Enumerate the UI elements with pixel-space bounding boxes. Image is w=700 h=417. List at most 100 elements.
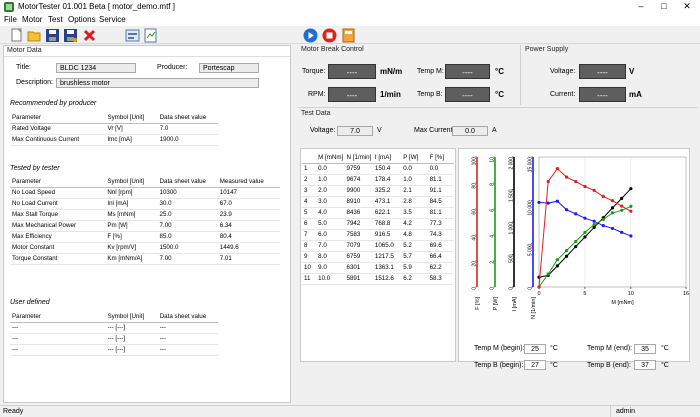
table-cell: 67.0 [217,198,280,210]
table-row[interactable]: 7 6.0 7583 916.5 4.8 74.3 [302,229,454,241]
menu-motor[interactable]: Motor [22,15,42,24]
motor-properties-icon[interactable] [125,28,140,43]
column-header[interactable]: Data sheet value [157,176,218,188]
test-data-panel: Test Data Voltage: 7.0 V Max Current: 0.… [298,107,698,403]
stop-icon[interactable] [322,28,337,43]
max-current-field[interactable]: 0.0 [452,126,488,136]
current-unit: mA [629,90,642,99]
data-point [574,244,578,249]
column-header[interactable]: M [mNm] [316,152,345,164]
column-header[interactable]: Symbol [Unit] [105,176,158,188]
voltage-unit: V [629,67,635,76]
temp-b-begin-field[interactable]: 27 [524,360,546,370]
table-row[interactable]: 5 4.0 8436 622.1 3.5 81.1 [302,207,454,219]
save-as-icon[interactable] [63,28,78,43]
column-header[interactable]: N [1/min] [344,152,373,164]
table-row[interactable]: 2 1.0 9674 178.4 1.0 81.1 [302,174,454,186]
maximize-button[interactable]: □ [653,0,675,14]
column-header[interactable] [302,152,317,164]
table-row[interactable]: 3 2.0 9900 325.2 2.1 91.1 [302,185,454,197]
data-point [610,206,615,210]
data-point [610,211,615,215]
menu-options[interactable]: Options [68,15,96,24]
column-header[interactable]: F [%] [427,152,454,164]
table-row[interactable]: 8 7.0 7079 1065.0 5.2 69.6 [302,240,454,252]
menu-file[interactable]: File [4,15,17,24]
axis-tick-label: 100 [472,157,478,166]
new-file-icon[interactable] [9,28,24,43]
table-row[interactable]: Motor Constant Kv [rpm/V] 1500.0 1449.6 [10,242,280,254]
column-header[interactable]: Symbol [Unit] [105,311,158,323]
table-row[interactable]: Max Efficiency F [%] 85.0 80.4 [10,231,280,243]
menu-service[interactable]: Service [99,15,126,24]
table-cell: 23.9 [217,209,280,221]
delete-icon[interactable] [82,28,97,43]
table-row[interactable]: 6 5.0 7942 768.8 4.2 77.3 [302,218,454,230]
title-bar: MotorTester 01.001 Beta [ motor_demo.mtf… [0,0,700,14]
table-row[interactable]: Max Continuous Current Imc [mA] 1900.0 [10,134,218,146]
close-window-button[interactable]: ✕ [676,0,698,14]
table-row[interactable]: Rated Voltage Vr [V] 7.0 [10,123,218,135]
temp-m-end-field[interactable]: 35 [634,344,656,354]
column-header[interactable]: Symbol [Unit] [105,112,158,124]
temp-m-begin-field[interactable]: 25 [524,344,546,354]
power-supply-header: Power Supply [525,46,569,53]
torque-label: Torque: [302,68,326,75]
column-header[interactable]: I [mA] [372,152,402,164]
table-cell: Max Continuous Current [10,134,106,146]
table-row[interactable]: No Load Current Inl [mA] 30.0 67.0 [10,198,280,210]
column-header[interactable]: Data sheet value [157,112,218,124]
table-cell: 1.0 [316,174,345,186]
table-cell: 1900.0 [157,134,218,146]
table-row[interactable]: 9 8.0 6759 1217.5 5.7 66.4 [302,251,454,263]
data-point [629,187,633,191]
data-point [620,230,624,234]
table-row[interactable]: 4 3.0 8910 473.1 2.8 84.5 [302,196,454,208]
table-cell: Motor Constant [10,242,106,254]
data-point [555,264,559,268]
save-icon[interactable] [45,28,60,43]
axis-tick-label: 0 [509,287,515,290]
table-row[interactable]: 1 0.0 9759 150.4 0.0 0.0 [302,163,454,175]
menu-test[interactable]: Test [48,15,63,24]
open-folder-icon[interactable] [27,28,42,43]
table-row[interactable]: Torque Constant Km [mNm/A] 7.00 7.01 [10,253,280,265]
axis-tick-label: 10 000 [528,200,534,216]
table-row[interactable]: 10 9.0 6301 1363.1 5.9 62.2 [302,262,454,274]
table-row[interactable]: --- --- [---] --- [10,322,218,334]
description-field[interactable]: brushless motor [56,78,259,88]
table-row[interactable]: --- --- [---] --- [10,333,218,345]
temp-m-begin-label: Temp M (begin): [474,345,525,352]
column-header[interactable]: Parameter [10,311,106,323]
table-row[interactable]: No Load Speed Nnl [rpm] 10300 10147 [10,187,280,199]
column-header[interactable]: Measured value [217,176,280,188]
test-data-table: M [mNm] N [1/min] I [mA] P [W] F [%] 1 0.0 9759… [302,152,454,285]
table-cell: --- [157,322,218,334]
calculator-icon[interactable] [341,28,356,43]
max-current-unit: A [492,127,497,134]
title-field[interactable]: BLDC 1234 [56,63,136,73]
play-icon[interactable] [303,28,318,43]
table-row[interactable]: 11 10.0 5891 1512.6 6.2 58.3 [302,273,454,285]
minimize-button[interactable]: – [630,0,652,14]
table-cell: --- [10,322,106,334]
axis-tick-label: 0 [528,287,534,290]
column-header[interactable]: P [W] [401,152,428,164]
data-point [610,226,615,231]
table-row[interactable]: --- --- [---] --- [10,344,218,356]
temp-m-end-unit: °C [661,345,669,352]
table-row[interactable]: Max Stall Torque Ms [mNm] 25.0 23.9 [10,209,280,221]
temp-b-end-field[interactable]: 37 [634,360,656,370]
column-header[interactable]: Parameter [10,112,106,124]
producer-field[interactable]: Portescap [199,63,259,73]
column-header[interactable]: Data sheet value [157,311,218,323]
table-cell: Max Efficiency [10,231,106,243]
x-tick-label: 16 [683,291,689,297]
table-cell: Rated Voltage [10,123,106,135]
table-cell: 150.4 [372,163,402,175]
report-icon[interactable] [143,28,158,43]
column-header[interactable]: Parameter [10,176,106,188]
test-voltage-field[interactable]: 7.0 [337,126,373,136]
data-point [601,217,605,221]
table-row[interactable]: Max Mechanical Power Pm [W] 7.00 6.34 [10,220,280,232]
